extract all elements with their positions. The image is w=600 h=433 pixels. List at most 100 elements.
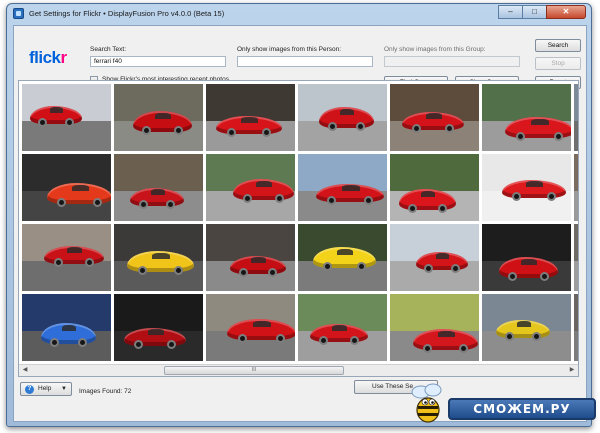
photo-image [482,294,571,361]
photo-image [22,224,111,291]
photo-thumbnail[interactable] [389,293,480,362]
app-icon [13,8,24,19]
scroll-left-icon[interactable]: ◀ [19,365,31,376]
car-shape [402,112,464,133]
photo-image [206,84,295,151]
search-text-input[interactable]: ferrari f40 [90,56,226,67]
photo-thumbnail[interactable] [113,223,204,292]
image-gallery: ◀ III ▶ [18,80,579,377]
photo-image [574,154,578,221]
group-filter-input[interactable] [384,56,520,67]
photo-thumbnail[interactable] [205,153,296,222]
photo-image [206,294,295,361]
photo-thumbnail[interactable] [297,223,388,292]
photo-thumbnail[interactable] [113,293,204,362]
car-shape [505,117,571,141]
car-shape [399,189,456,213]
photo-thumbnail[interactable] [21,223,112,292]
photo-thumbnail[interactable] [481,83,572,152]
car-shape [30,106,82,127]
window-title: Get Settings for Flickr • DisplayFusion … [29,9,225,18]
car-shape [124,328,186,349]
photo-thumbnail[interactable] [297,83,388,152]
photo-image [298,294,387,361]
photo-thumbnail[interactable] [113,83,204,152]
photo-thumbnail[interactable] [389,223,480,292]
photo-thumbnail[interactable] [389,153,480,222]
photo-image [114,84,203,151]
photo-thumbnail[interactable] [21,83,112,152]
photo-thumbnail[interactable] [481,153,572,222]
help-icon: ? [25,385,34,394]
photo-thumbnail[interactable] [573,223,578,292]
bee-icon [411,383,442,423]
car-shape [41,323,96,347]
photo-thumbnail[interactable] [297,293,388,362]
close-button[interactable]: ✕ [546,5,586,19]
car-shape [227,319,295,343]
photo-image [114,154,203,221]
photo-thumbnail[interactable] [481,293,572,362]
title-bar[interactable]: Get Settings for Flickr • DisplayFusion … [7,4,591,24]
photo-image [114,224,203,291]
site-watermark: СМОЖЕМ.РУ [408,380,598,430]
car-shape [44,246,104,267]
help-button[interactable]: ? Help ▼ [20,382,72,396]
car-shape [502,180,566,201]
chevron-down-icon: ▼ [61,386,67,392]
photo-image [574,224,578,291]
photo-thumbnail[interactable] [573,83,578,152]
search-button[interactable]: Search [535,39,581,52]
app-window: Get Settings for Flickr • DisplayFusion … [6,3,592,427]
car-shape [216,116,282,137]
scroll-right-icon[interactable]: ▶ [566,365,578,376]
thumbnail-grid [19,81,578,364]
car-shape [313,247,376,271]
car-shape [496,320,550,341]
search-text-label: Search Text: [90,46,127,53]
photo-image [390,154,479,221]
photo-image [114,294,203,361]
photo-thumbnail[interactable] [389,83,480,152]
photo-image [206,154,295,221]
photo-thumbnail[interactable] [481,223,572,292]
photo-image [298,154,387,221]
logo-part-2: r [60,48,68,67]
photo-thumbnail[interactable] [205,293,296,362]
horizontal-scrollbar[interactable]: ◀ III ▶ [19,364,578,376]
photo-image [390,224,479,291]
car-shape [499,257,558,281]
car-shape [133,111,192,135]
photo-thumbnail[interactable] [205,83,296,152]
stop-button[interactable]: Stop [535,57,581,70]
photo-thumbnail[interactable] [205,223,296,292]
photo-image [482,224,571,291]
scroll-thumb[interactable]: III [164,366,344,375]
photo-thumbnail[interactable] [21,153,112,222]
maximize-button[interactable]: □ [522,5,547,19]
photo-thumbnail[interactable] [113,153,204,222]
car-shape [316,184,384,205]
photo-image [206,224,295,291]
car-shape [127,251,194,275]
help-label: Help [38,385,52,392]
photo-image [298,224,387,291]
photo-thumbnail[interactable] [21,293,112,362]
window-controls: – □ ✕ [498,5,586,19]
photo-image [22,154,111,221]
photo-thumbnail[interactable] [297,153,388,222]
photo-thumbnail[interactable] [573,293,578,362]
photo-image [22,294,111,361]
person-filter-label: Only show images from this Person: [237,46,342,53]
photo-thumbnail[interactable] [573,153,578,222]
group-filter-label: Only show images from this Group: [384,46,486,53]
person-filter-input[interactable] [237,56,373,67]
watermark-text: СМОЖЕМ.РУ [448,398,596,420]
minimize-button[interactable]: – [498,5,523,19]
photo-image [482,154,571,221]
photo-image [574,84,578,151]
car-shape [233,179,294,203]
photo-image [390,294,479,361]
logo-part-1: flick [29,48,61,67]
car-shape [130,188,184,209]
